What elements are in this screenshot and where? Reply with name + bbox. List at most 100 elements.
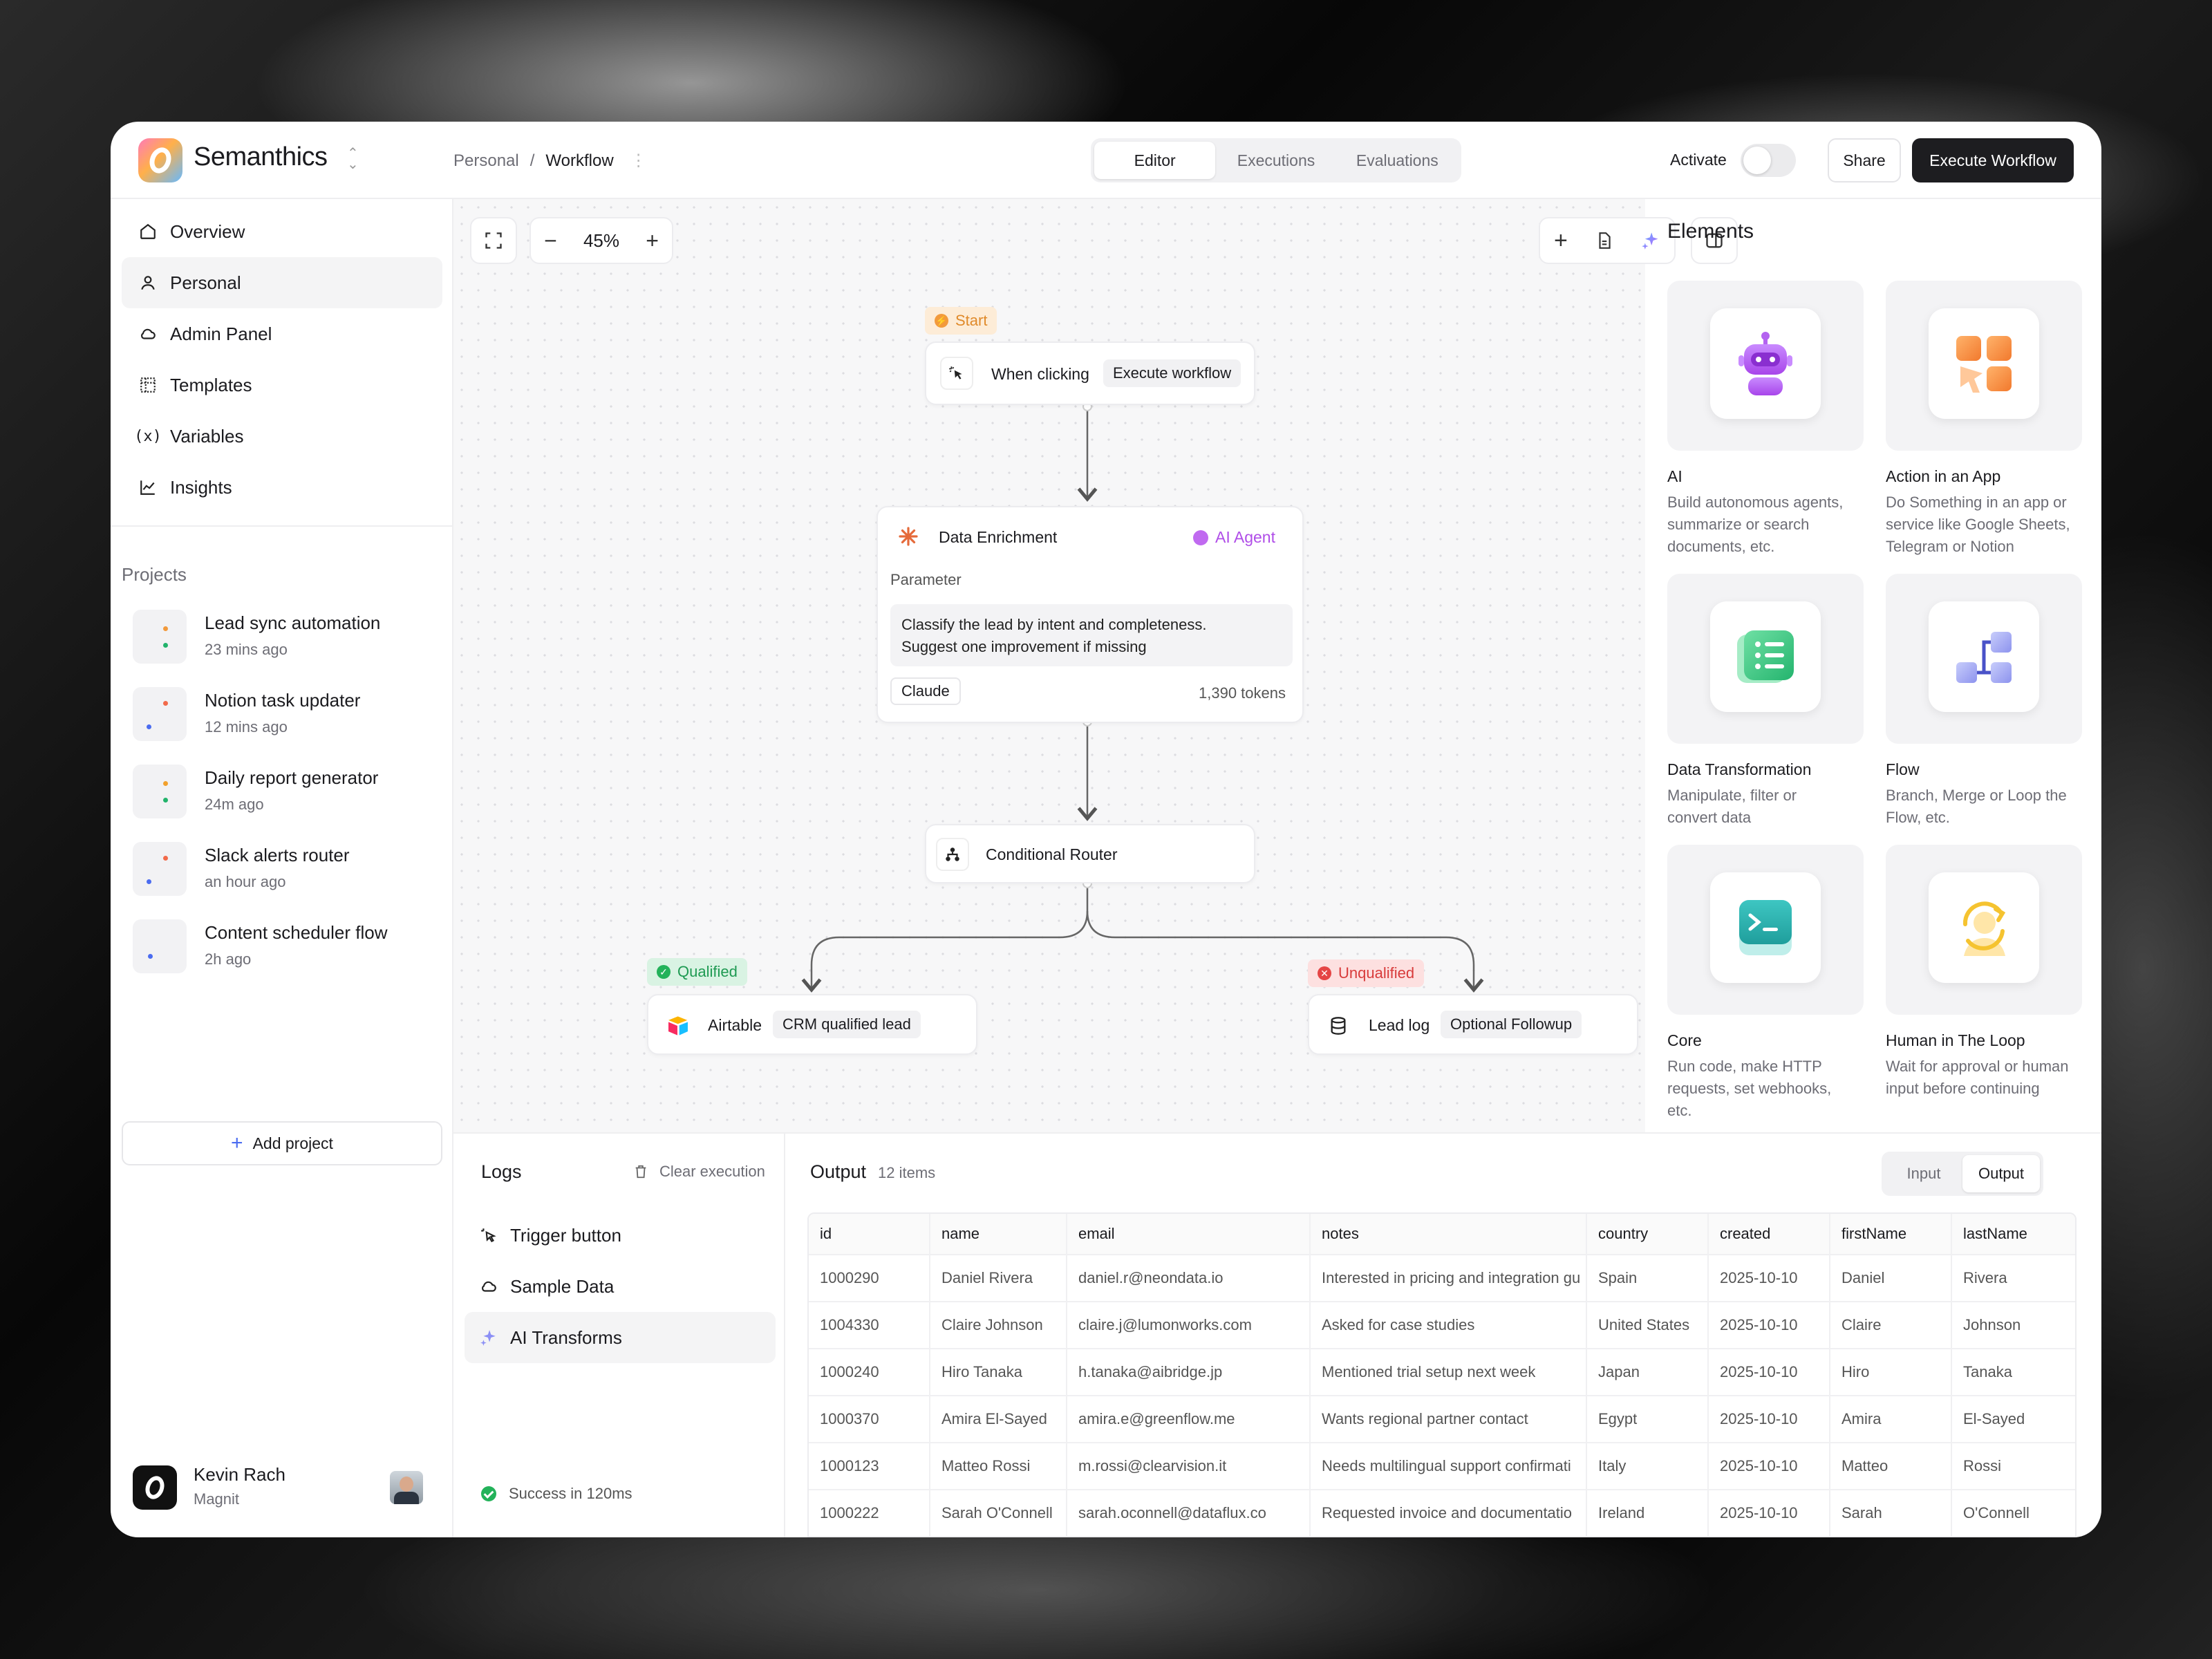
- sidebar-item-variables[interactable]: (x) Variables: [122, 411, 442, 462]
- enrichment-title: Data Enrichment: [939, 528, 1058, 546]
- table-row[interactable]: 1004330 Claire Johnson claire.j@lumonworks…: [809, 1302, 2075, 1349]
- execution-status-text: Success in 120ms: [509, 1485, 632, 1502]
- user-name: Kevin Rach: [194, 1464, 285, 1485]
- app-logo[interactable]: [138, 138, 182, 182]
- sidebar-item-templates[interactable]: Templates: [122, 359, 442, 411]
- table-row[interactable]: 1000290 Daniel Rivera daniel.r@neondata.io…: [809, 1255, 2075, 1302]
- project-name: Daily report generator: [205, 767, 379, 788]
- user-icon: [138, 273, 158, 292]
- project-time: an hour ago: [205, 873, 286, 890]
- breadcrumb-parent[interactable]: Personal: [453, 151, 519, 170]
- column-header[interactable]: lastName: [1952, 1214, 2075, 1254]
- table-row[interactable]: 1000370 Amira El-Sayed amira.e@greenflow.m…: [809, 1396, 2075, 1443]
- column-header[interactable]: name: [930, 1214, 1067, 1254]
- breadcrumb-separator: /: [529, 151, 535, 170]
- activate-toggle[interactable]: [1741, 144, 1796, 177]
- conditional-router-node[interactable]: Conditional Router: [925, 824, 1255, 883]
- data-enrichment-node[interactable]: Data Enrichment AI Agent Parameter Class…: [877, 506, 1304, 723]
- avatar[interactable]: [390, 1471, 423, 1504]
- element-tile: [1886, 574, 2082, 744]
- project-item[interactable]: Lead sync automation 23 mins ago: [133, 608, 444, 686]
- projects-heading: Projects: [122, 564, 187, 585]
- fit-view-button[interactable]: [470, 217, 517, 264]
- add-project-button[interactable]: + Add project: [122, 1121, 442, 1165]
- zoom-out-button[interactable]: −: [544, 228, 557, 254]
- ai-agent-badge: AI Agent: [1193, 528, 1275, 547]
- list-icon: [1710, 601, 1821, 712]
- column-header[interactable]: notes: [1311, 1214, 1587, 1254]
- more-options-icon[interactable]: ⋮: [630, 151, 647, 170]
- bottom-panel: Logs Clear execution Trigger button Samp…: [453, 1132, 2101, 1537]
- add-node-icon[interactable]: +: [1554, 227, 1568, 254]
- lead-log-node[interactable]: Lead log Optional Followup: [1308, 994, 1638, 1055]
- table-row[interactable]: 1000222 Sarah O'Connell sarah.oconnell@dat…: [809, 1490, 2075, 1537]
- column-header[interactable]: country: [1587, 1214, 1709, 1254]
- project-item[interactable]: Daily report generator 24m ago: [133, 763, 444, 841]
- element-card-flow[interactable]: Flow Branch, Merge or Loop the Flow, etc.: [1886, 574, 2082, 829]
- user-profile[interactable]: Kevin Rach Magnit: [133, 1464, 437, 1512]
- sidebar-item-admin-panel[interactable]: Admin Panel: [122, 308, 442, 359]
- execute-workflow-button[interactable]: Execute Workflow: [1912, 138, 2074, 182]
- lead-log-chip: Optional Followup: [1441, 1011, 1582, 1038]
- project-item[interactable]: Slack alerts router an hour ago: [133, 841, 444, 918]
- log-item-label: AI Transforms: [510, 1327, 622, 1348]
- workflow-canvas[interactable]: − 45% + + ⚡ Start When clicking Execute w…: [453, 199, 1738, 1132]
- tab-executions[interactable]: Executions: [1215, 142, 1336, 179]
- log-item-trigger-button[interactable]: Trigger button: [465, 1210, 776, 1261]
- model-chip[interactable]: Claude: [890, 677, 961, 705]
- parameter-field[interactable]: Classify the lead by intent and complete…: [890, 604, 1293, 666]
- table-cell: Requested invoice and documentatio: [1311, 1490, 1587, 1536]
- element-card-data-transformation[interactable]: Data Transformation Manipulate, filter o…: [1667, 574, 1864, 829]
- element-card-ai[interactable]: AI Build autonomous agents, summarize or …: [1667, 281, 1864, 558]
- sidebar-item-personal[interactable]: Personal: [122, 257, 442, 308]
- table-cell: Sarah: [1830, 1490, 1952, 1536]
- table-row[interactable]: 1000123 Matteo Rossi m.rossi@clearvision.i…: [809, 1443, 2075, 1490]
- column-header[interactable]: id: [809, 1214, 930, 1254]
- table-cell: 2025-10-10: [1709, 1443, 1830, 1489]
- log-item-sample-data[interactable]: Sample Data: [465, 1261, 776, 1312]
- log-list: Trigger button Sample Data AI Transforms: [465, 1210, 776, 1363]
- input-tab[interactable]: Input: [1885, 1155, 1962, 1192]
- tab-editor[interactable]: Editor: [1094, 142, 1216, 179]
- table-cell: amira.e@greenflow.me: [1067, 1396, 1311, 1442]
- document-icon[interactable]: [1595, 232, 1613, 250]
- table-cell: Claire Johnson: [930, 1302, 1067, 1348]
- airtable-node[interactable]: Airtable CRM qualified lead: [647, 994, 977, 1055]
- element-card-core[interactable]: Core Run code, make HTTP requests, set we…: [1667, 845, 1864, 1122]
- table-row[interactable]: 1000240 Hiro Tanaka h.tanaka@aibridge.jp Me…: [809, 1349, 2075, 1396]
- column-header[interactable]: firstName: [1830, 1214, 1952, 1254]
- tab-evaluations[interactable]: Evaluations: [1337, 142, 1458, 179]
- table-cell: Tanaka: [1963, 1363, 2012, 1380]
- output-tab[interactable]: Output: [1962, 1155, 2040, 1192]
- element-card-human-in-the-loop[interactable]: Human in The Loop Wait for approval or h…: [1886, 845, 2082, 1100]
- router-icon: [936, 838, 969, 871]
- table-cell: m.rossi@clearvision.it: [1067, 1443, 1311, 1489]
- table-cell: 2025-10-10: [1709, 1490, 1830, 1536]
- table-cell: daniel.r@neondata.io: [1067, 1255, 1311, 1301]
- log-item-ai-transforms[interactable]: AI Transforms: [465, 1312, 776, 1363]
- trigger-node[interactable]: When clicking Execute workflow: [925, 341, 1255, 405]
- view-tabs: Editor Executions Evaluations: [1091, 138, 1461, 182]
- workspace-switcher-icon[interactable]: ⌃ ⌄: [347, 147, 359, 171]
- sparkle-icon: [480, 1329, 500, 1347]
- element-card-action-in-app[interactable]: Action in an App Do Something in an app …: [1886, 281, 2082, 558]
- share-button[interactable]: Share: [1828, 138, 1901, 182]
- table-cell: El-Sayed: [1963, 1410, 2025, 1427]
- clear-execution-button[interactable]: Clear execution: [633, 1163, 765, 1181]
- project-item[interactable]: Content scheduler flow 2h ago: [133, 918, 444, 995]
- zoom-in-button[interactable]: +: [646, 228, 659, 254]
- column-header[interactable]: created: [1709, 1214, 1830, 1254]
- table-cell: Spain: [1587, 1255, 1709, 1301]
- project-item[interactable]: Notion task updater 12 mins ago: [133, 686, 444, 763]
- sidebar-item-overview[interactable]: Overview: [122, 206, 442, 257]
- element-title: AI: [1667, 467, 1683, 485]
- table-cell: Wants regional partner contact: [1311, 1396, 1587, 1442]
- unqualified-badge: ✕ Unqualified: [1308, 959, 1425, 987]
- sidebar-item-insights[interactable]: Insights: [122, 462, 442, 513]
- column-header[interactable]: email: [1067, 1214, 1311, 1254]
- grid-icon: [138, 375, 158, 395]
- sidebar-item-label: Personal: [170, 272, 241, 293]
- element-description: Do Something in an app or service like Go…: [1886, 494, 2070, 555]
- project-name: Content scheduler flow: [205, 922, 388, 943]
- project-time: 24m ago: [205, 796, 264, 813]
